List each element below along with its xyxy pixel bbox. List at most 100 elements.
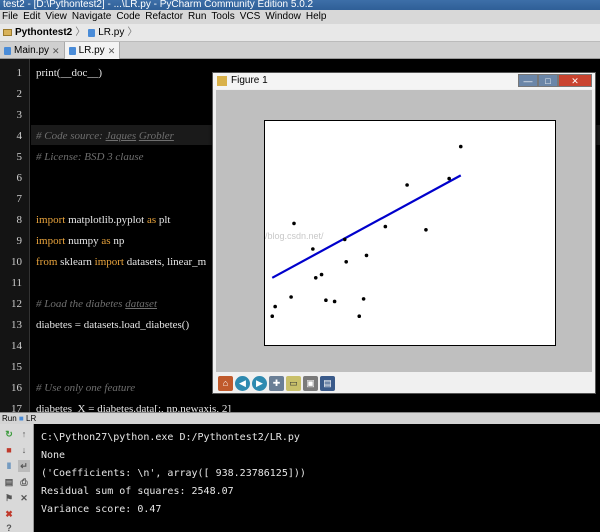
- back-icon[interactable]: ◀: [235, 375, 250, 391]
- line-number: 12: [11, 298, 22, 310]
- line-number: 5: [16, 151, 23, 163]
- run-toolbar: ↻ ↑ ■ ↓ ‖ ↵ ▤ ⎙ ⚑ ✕ ✖ ?: [0, 424, 34, 532]
- line-number: 3: [16, 109, 23, 121]
- line-number: 8: [16, 214, 23, 226]
- line-number: 10: [11, 256, 22, 268]
- scatter-point: [324, 298, 328, 302]
- scroll-down-icon[interactable]: ↓: [18, 444, 30, 456]
- tab-label: Main.py: [14, 44, 50, 56]
- folder-icon: [3, 29, 12, 36]
- matplotlib-logo-icon: [217, 76, 227, 86]
- zoom-icon[interactable]: ▭: [286, 375, 301, 391]
- save-icon[interactable]: ▤: [320, 375, 335, 391]
- tab-main-py[interactable]: Main.py ✕: [0, 42, 65, 59]
- line-number: 14: [11, 340, 22, 352]
- scatter-point: [313, 276, 318, 280]
- pan-icon[interactable]: ✚: [269, 375, 284, 391]
- menu-code[interactable]: Code: [116, 10, 140, 24]
- menu-refactor[interactable]: Refactor: [145, 10, 183, 24]
- menu-edit[interactable]: Edit: [23, 10, 40, 24]
- line-number: 11: [11, 277, 22, 289]
- figure-title-bar[interactable]: Figure 1 — □ ✕: [213, 73, 595, 89]
- plot-axes[interactable]: http://blog.csdn.net/: [245, 120, 556, 346]
- code-text: numpy: [65, 235, 102, 247]
- scatter-point: [344, 260, 348, 264]
- code-line-16: # Use only one feature: [36, 382, 136, 394]
- scatter-point: [458, 144, 463, 149]
- code-line-10: from sklearn import datasets, linear_m: [36, 256, 206, 268]
- chevron-right-icon: 〉: [75, 26, 86, 38]
- run-config: LR: [26, 414, 37, 423]
- layout-icon[interactable]: ▤: [3, 476, 15, 488]
- menu-bar: File Edit View Navigate Code Refactor Ru…: [0, 10, 600, 24]
- home-icon[interactable]: ⌂: [218, 375, 233, 391]
- menu-file[interactable]: File: [2, 10, 18, 24]
- pin-icon[interactable]: ⚑: [3, 492, 15, 504]
- python-file-icon: ■: [18, 414, 24, 423]
- console-line: Residual sum of squares: 2548.07: [41, 486, 234, 497]
- scatter-plot: http://blog.csdn.net/: [245, 144, 463, 318]
- forward-icon[interactable]: ▶: [252, 375, 267, 391]
- tab-lr-py[interactable]: LR.py ✕: [64, 42, 121, 59]
- scatter-point: [289, 295, 293, 299]
- comment-word: dataset: [125, 298, 157, 310]
- line-number: 7: [16, 193, 23, 205]
- menu-view[interactable]: View: [45, 10, 67, 24]
- code-text: np: [110, 235, 125, 247]
- scroll-up-icon[interactable]: ↑: [18, 428, 30, 440]
- pycharm-window: test2 - [D:\Pythontest2] - ...\LR.py - P…: [0, 0, 600, 532]
- soft-wrap-icon[interactable]: ↵: [18, 460, 30, 472]
- scatter-point: [383, 224, 388, 229]
- breadcrumb-file[interactable]: LR.py: [98, 24, 124, 42]
- scatter-point: [364, 253, 369, 258]
- figure-title: Figure 1: [231, 75, 268, 86]
- close-icon[interactable]: ✕: [108, 43, 116, 59]
- chevron-right-icon: 〉: [127, 26, 138, 38]
- code-line-12: # Load the diabetes dataset: [36, 298, 157, 310]
- line-number: 15: [11, 361, 22, 373]
- stop-icon[interactable]: ■: [3, 444, 15, 456]
- run-console-output[interactable]: C:\Python27\python.exe D:/Pythontest2/LR…: [34, 424, 600, 532]
- python-file-icon: [4, 46, 11, 55]
- menu-help[interactable]: Help: [306, 10, 327, 24]
- menu-vcs[interactable]: VCS: [240, 10, 261, 24]
- menu-navigate[interactable]: Navigate: [72, 10, 111, 24]
- editor-tabs: Main.py ✕ LR.py ✕: [0, 42, 600, 59]
- breadcrumb: Pythontest2 〉 LR.py 〉: [0, 24, 600, 42]
- maximize-button[interactable]: □: [538, 74, 558, 87]
- figure-toolbar: ⌂ ◀ ▶ ✚ ▭ ▣ ▤: [216, 374, 592, 392]
- close-icon[interactable]: ✖: [3, 508, 15, 520]
- pause-icon[interactable]: ‖: [3, 460, 15, 472]
- run-panel-header[interactable]: Run ■ LR: [0, 412, 600, 424]
- scatter-point: [405, 183, 409, 187]
- figure-canvas[interactable]: http://blog.csdn.net/: [216, 90, 592, 372]
- scatter-point: [357, 314, 362, 318]
- watermark-text: http://blog.csdn.net/: [265, 231, 324, 241]
- keyword: from: [36, 256, 58, 268]
- console-line: C:\Python27\python.exe D:/Pythontest2/LR…: [41, 432, 300, 443]
- rerun-icon[interactable]: ↻: [3, 428, 15, 440]
- scatter-point: [270, 314, 275, 318]
- scatter-point: [311, 247, 315, 251]
- code-text: matplotlib.pyplot: [65, 214, 147, 226]
- trash-icon[interactable]: ✕: [18, 492, 30, 504]
- matplotlib-figure-window[interactable]: Figure 1 — □ ✕ http://blog.csdn.net/ ⌂ ◀…: [212, 72, 596, 394]
- minimize-button[interactable]: —: [518, 74, 538, 87]
- print-icon[interactable]: ⎙: [18, 476, 30, 488]
- help-icon[interactable]: ?: [3, 522, 15, 532]
- menu-tools[interactable]: Tools: [211, 10, 234, 24]
- comment-author: Jaques: [105, 130, 137, 142]
- python-file-icon: [68, 46, 76, 55]
- breadcrumb-project[interactable]: Pythontest2: [15, 24, 72, 42]
- scatter-point: [424, 228, 428, 232]
- line-number: 4: [16, 130, 23, 142]
- scatter-point: [319, 272, 324, 277]
- close-button[interactable]: ✕: [558, 74, 592, 87]
- configure-icon[interactable]: ▣: [303, 375, 318, 391]
- close-icon[interactable]: ✕: [52, 43, 60, 59]
- window-title: test2 - [D:\Pythontest2] - ...\LR.py - P…: [0, 0, 600, 10]
- menu-run[interactable]: Run: [188, 10, 206, 24]
- menu-window[interactable]: Window: [265, 10, 301, 24]
- run-label: Run: [2, 414, 17, 423]
- keyword: as: [101, 235, 111, 247]
